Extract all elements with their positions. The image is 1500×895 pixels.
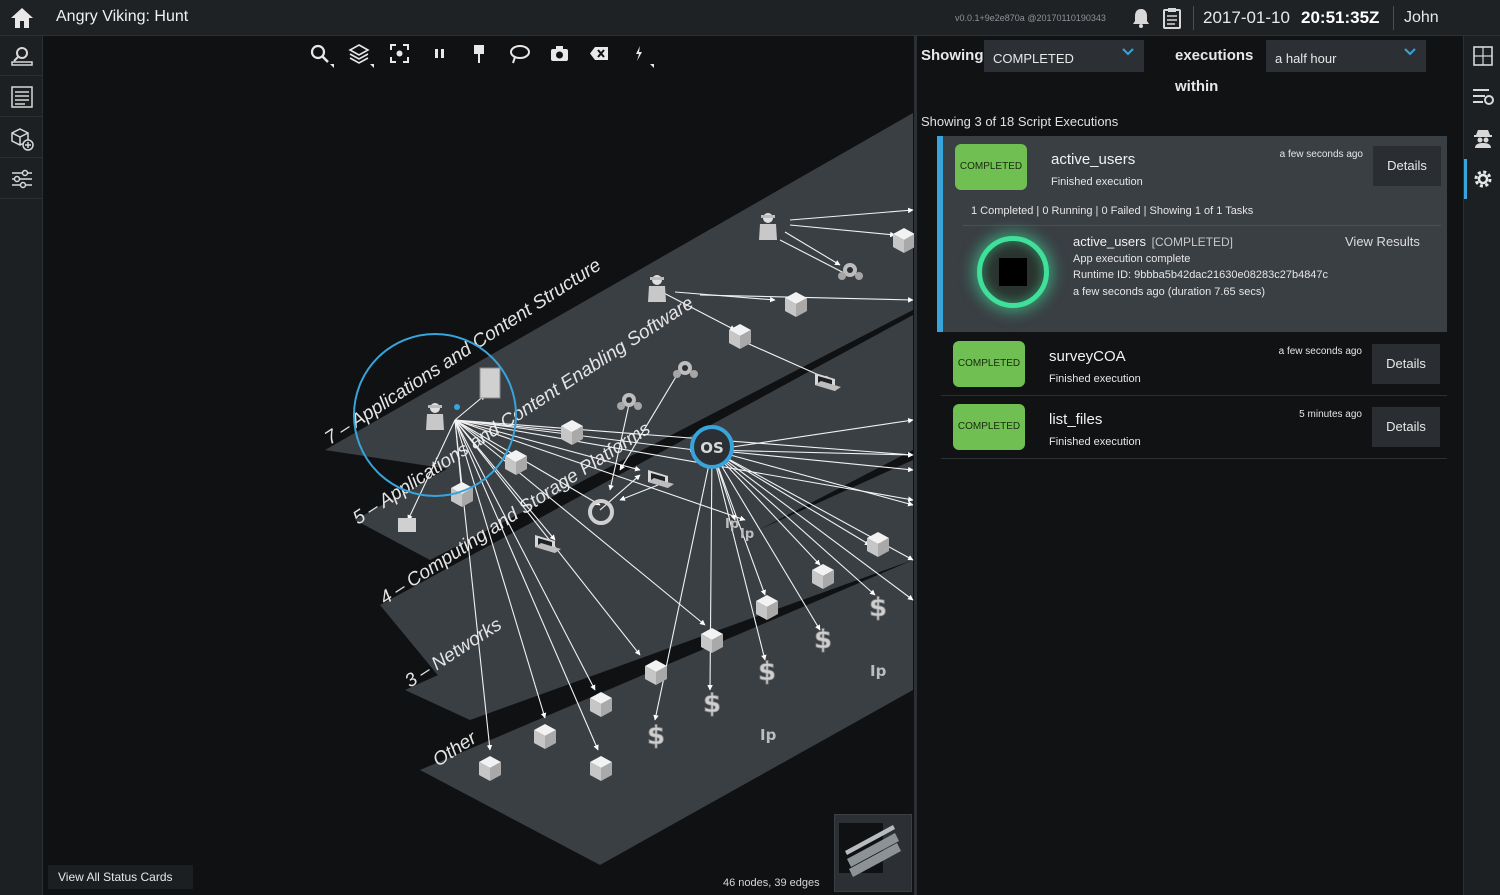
cube-add-button[interactable] <box>0 118 43 158</box>
node-dollar <box>868 592 888 624</box>
status-badge: COMPLETED <box>953 404 1025 450</box>
node-person <box>426 403 444 430</box>
app-title: Angry Viking: Hunt <box>56 8 189 25</box>
status-badge: COMPLETED <box>953 341 1025 387</box>
node-document <box>479 367 501 399</box>
pin-icon[interactable] <box>468 42 494 68</box>
gear-button[interactable] <box>1464 159 1500 199</box>
right-sidebar <box>1463 36 1500 895</box>
status-badge: COMPLETED <box>955 144 1027 190</box>
details-button[interactable]: Details <box>1373 146 1441 186</box>
showing-label: Showing <box>921 47 984 64</box>
execution-name: surveyCOA <box>1049 348 1126 365</box>
pause-icon[interactable] <box>428 42 454 68</box>
execution-count: Showing 3 of 18 Script Executions <box>921 114 1119 129</box>
spy-icon <box>1474 130 1492 148</box>
node-card <box>398 518 416 532</box>
node-os-label: OS <box>700 439 724 457</box>
focus-icon[interactable] <box>388 42 414 68</box>
view-status-cards-button[interactable]: View All Status Cards <box>48 865 193 889</box>
divider <box>963 225 1441 226</box>
lightning-icon[interactable] <box>628 42 654 68</box>
cube-add-icon <box>11 128 34 151</box>
lasso-icon[interactable] <box>508 42 534 68</box>
graph-minimap[interactable] <box>834 814 912 892</box>
time-window-select[interactable]: a half hour <box>1266 40 1426 72</box>
node-ip: Ip <box>870 662 887 680</box>
task-summary: 1 Completed | 0 Running | 0 Failed | Sho… <box>971 205 1254 217</box>
within-label: within <box>1175 78 1219 95</box>
task-duration: a few seconds ago (duration 7.65 secs) <box>1073 286 1266 298</box>
user-menu[interactable]: John <box>1404 9 1439 27</box>
camera-icon[interactable] <box>548 42 574 68</box>
details-button[interactable]: Details <box>1372 344 1440 384</box>
task-name: active_users [COMPLETED] <box>1073 234 1233 249</box>
list-icon <box>11 86 33 108</box>
node-selected-dot <box>454 404 460 410</box>
execution-age: a few seconds ago <box>1278 346 1362 357</box>
node-ip: Ip <box>760 726 777 744</box>
time-window-value: a half hour <box>1275 51 1337 66</box>
spy-button[interactable] <box>1464 118 1500 158</box>
search-list-button[interactable] <box>0 36 43 76</box>
executions-label: executions <box>1175 47 1254 64</box>
execution-subtitle: Finished execution <box>1051 176 1143 188</box>
sliders-button[interactable] <box>0 159 43 199</box>
task-status: [COMPLETED] <box>1151 235 1233 249</box>
script-executions-panel: Showing COMPLETED executions within a ha… <box>917 36 1463 895</box>
home-icon[interactable] <box>8 5 36 31</box>
layers-icon[interactable] <box>348 42 374 68</box>
running-indicator <box>977 236 1049 308</box>
clipboard-icon[interactable] <box>1162 7 1182 29</box>
task-message: App execution complete <box>1073 253 1191 265</box>
graph-stats: 46 nodes, 39 edges <box>723 877 820 889</box>
chevron-down-icon <box>1122 48 1134 56</box>
node-ip: Ip <box>725 517 739 532</box>
time-display: 20:51:35Z <box>1301 8 1380 27</box>
date-display: 2017-01-10 <box>1203 8 1290 27</box>
node-dollar <box>646 720 666 752</box>
layer-graph[interactable]: $ 7 – Applicati <box>44 36 914 895</box>
execution-age: a few seconds ago <box>1279 149 1363 160</box>
execution-name: active_users <box>1051 151 1136 168</box>
version-label: v0.0.1+9e2e870a @20170110190343 <box>955 13 1106 23</box>
task-runtime-id: Runtime ID: 9bbba5b42dac21630e08283c27b4… <box>1073 269 1329 281</box>
execution-row-active-users[interactable]: COMPLETED active_users Finished executio… <box>937 136 1447 332</box>
node-dollar <box>757 656 777 688</box>
stop-icon[interactable] <box>999 258 1027 286</box>
list-settings-button[interactable] <box>1464 77 1500 117</box>
execution-row-surveycoa[interactable]: COMPLETED surveyCOA Finished execution a… <box>941 334 1447 396</box>
details-button[interactable]: Details <box>1372 407 1440 447</box>
search-list-icon <box>11 47 33 66</box>
view-results-link[interactable]: View Results <box>1345 234 1420 249</box>
topbar-separator <box>1393 6 1394 30</box>
chevron-down-icon <box>1404 48 1416 56</box>
list-settings-icon <box>1473 89 1494 105</box>
frame-button[interactable] <box>1464 36 1500 76</box>
execution-row-list-files[interactable]: COMPLETED list_files Finished execution … <box>941 397 1447 459</box>
left-sidebar <box>0 36 43 895</box>
node-dollar <box>813 624 833 656</box>
search-icon[interactable] <box>308 42 334 68</box>
execution-subtitle: Finished execution <box>1049 373 1141 385</box>
task-name-text: active_users <box>1073 234 1146 249</box>
sliders-icon <box>12 169 32 189</box>
list-button[interactable] <box>0 77 43 117</box>
node-person <box>759 213 777 240</box>
bell-icon[interactable] <box>1131 7 1151 29</box>
status-filter-value: COMPLETED <box>993 51 1074 66</box>
status-filter-select[interactable]: COMPLETED <box>984 40 1144 72</box>
execution-name: list_files <box>1049 411 1103 428</box>
graph-canvas[interactable]: $ 7 – Applicati <box>44 36 914 895</box>
node-dollar <box>702 688 722 720</box>
top-bar: Angry Viking: Hunt v0.0.1+9e2e870a @2017… <box>0 0 1500 36</box>
frame-icon <box>1473 46 1493 66</box>
node-person <box>648 275 666 302</box>
clear-icon[interactable] <box>588 42 614 68</box>
gear-icon <box>1474 170 1492 188</box>
topbar-separator <box>1193 6 1194 30</box>
execution-age: 5 minutes ago <box>1299 409 1362 420</box>
execution-subtitle: Finished execution <box>1049 436 1141 448</box>
node-ip: Ip <box>740 527 754 542</box>
